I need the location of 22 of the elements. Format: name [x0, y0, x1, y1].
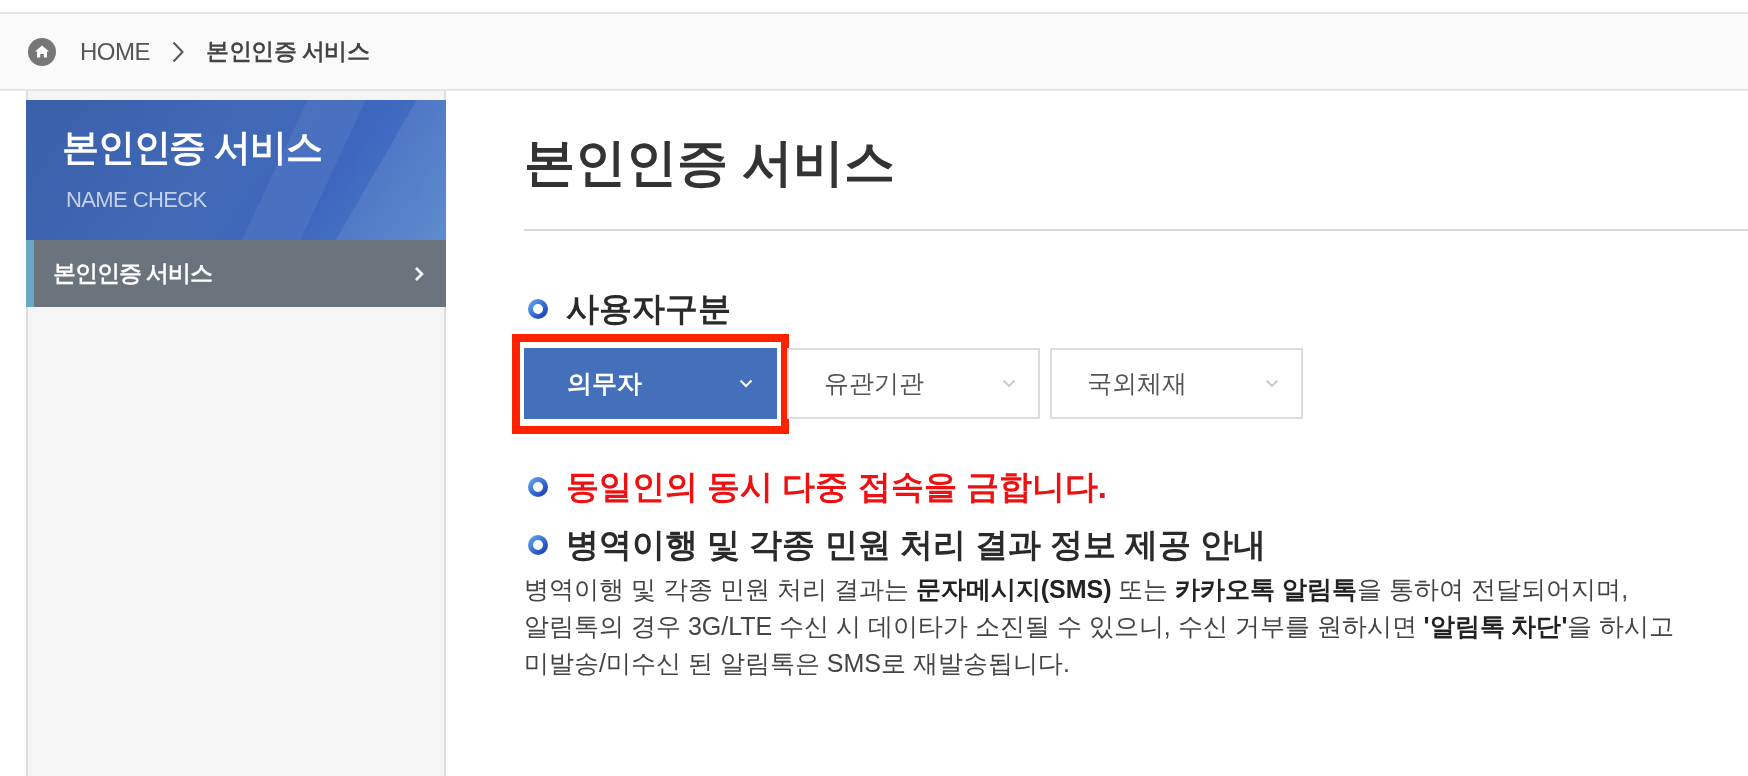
chevron-right-icon — [172, 40, 184, 63]
warning-notice: 동일인의 동시 다중 접속을 금합니다. — [566, 467, 1107, 507]
ring-bullet-icon — [528, 477, 548, 497]
user-type-dropdown[interactable]: 의무자 — [524, 348, 777, 419]
ring-bullet-icon — [528, 535, 548, 555]
breadcrumb-home-link[interactable]: HOME — [80, 37, 150, 66]
user-type-dropdown[interactable]: 국외체재 — [1050, 348, 1303, 419]
sidebar-subtitle: NAME CHECK — [66, 186, 208, 214]
section-heading: 병역이행 및 각종 민원 처리 결과 정보 제공 안내 — [566, 525, 1267, 565]
chevron-down-icon — [1265, 379, 1279, 388]
breadcrumb-current: 본인인증 서비스 — [206, 37, 370, 66]
section-heading: 사용자구분 — [566, 289, 731, 329]
description-paragraph: 병역이행 및 각종 민원 처리 결과는 문자메시지(SMS) 또는 카카오톡 알림톡을 통하여 전달되어지며, 알림톡의 경우 3G/LTE 수신 시 데이타가 소진될 수 있으니, 수신 거부를 원하시면 '알림톡 차단'을 하시고 미발송/미수신 된 알림톡은 SMS로 재발송됩니다. — [524, 574, 1676, 679]
sidebar-menu-item[interactable]: 본인인증 서비스 — [26, 240, 446, 307]
sidebar-title: 본인인증 서비스 — [62, 126, 323, 170]
chevron-down-icon — [739, 379, 753, 388]
chevron-down-icon — [1002, 379, 1016, 388]
user-type-dropdown[interactable]: 유관기관 — [787, 348, 1040, 419]
chevron-right-icon — [414, 265, 424, 282]
ring-bullet-icon — [528, 299, 548, 319]
home-icon[interactable] — [28, 37, 56, 66]
page-title: 본인인증 서비스 — [524, 133, 896, 193]
